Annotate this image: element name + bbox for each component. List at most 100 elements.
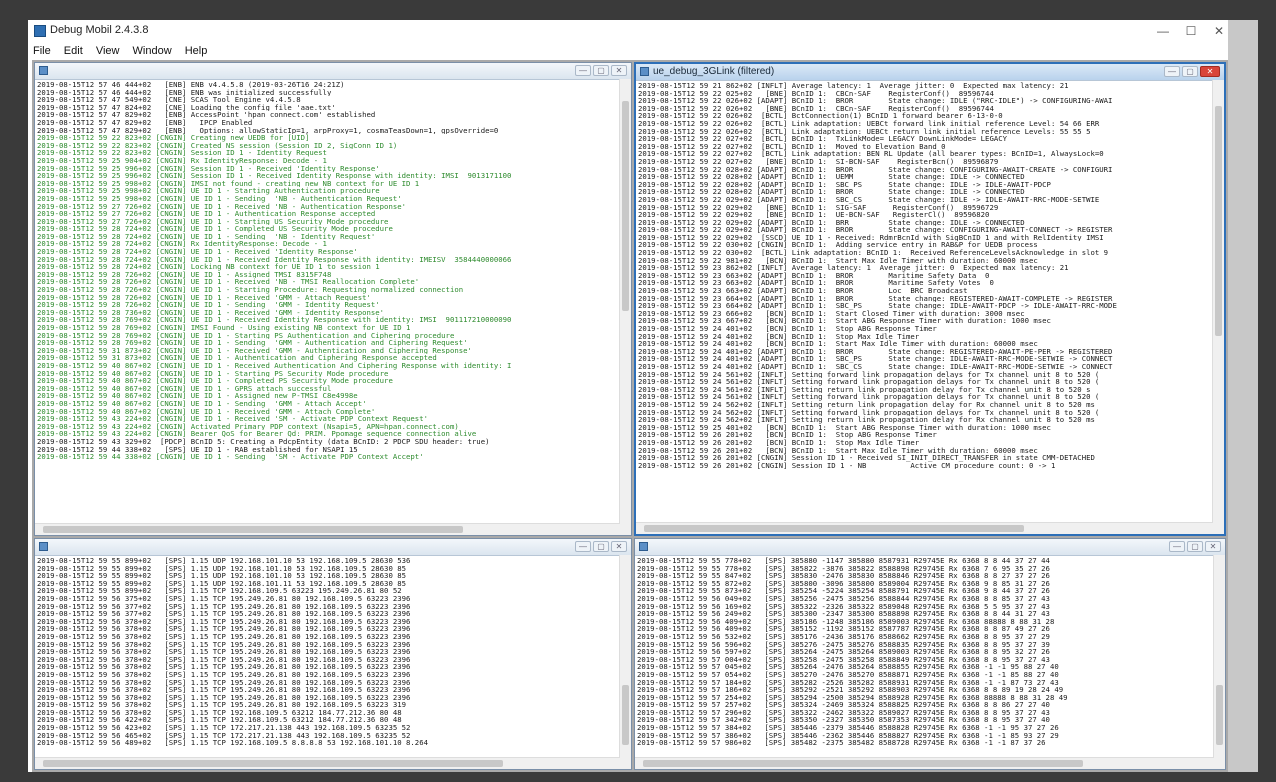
pane-minimize-button[interactable]: — bbox=[575, 541, 591, 552]
pane-maximize-button[interactable]: ▢ bbox=[1187, 541, 1203, 552]
pane-close-button[interactable]: ✕ bbox=[611, 541, 627, 552]
log-line: 2019-08-15T12 59 56 378+02 [SPS] 1.15 TC… bbox=[37, 663, 411, 671]
log-line: 2019-08-15T12 59 24 561+02 [INFLT] Setti… bbox=[638, 385, 1091, 394]
log-line: 2019-08-15T12 59 40 867+02 [CNGIN] UE ID… bbox=[37, 361, 512, 370]
minimize-button[interactable]: — bbox=[1148, 22, 1178, 40]
log-text: 2019-08-15T12 59 55 899+02 [SPS] 1.15 UD… bbox=[37, 557, 619, 757]
scroll-thumb[interactable] bbox=[622, 101, 629, 311]
app-icon bbox=[34, 25, 46, 37]
log-line: 2019-08-15T12 59 26 201+02 [BCN] BCnID 1… bbox=[638, 438, 920, 447]
log-pane-main[interactable]: — ▢ ✕ 2019-08-15T12 57 46 444+02 [ENB] E… bbox=[34, 62, 632, 536]
log-line: 2019-08-15T12 59 40 867+02 [CNGIN] UE ID… bbox=[37, 407, 376, 416]
menu-edit[interactable]: Edit bbox=[59, 42, 88, 57]
menu-window[interactable]: Window bbox=[128, 42, 177, 57]
log-line: 2019-08-15T12 59 28 724+02 [CNGIN] UE ID… bbox=[37, 232, 376, 241]
log-line: 2019-08-15T12 59 22 029+02 [SSCD] UE ID … bbox=[638, 233, 1104, 242]
vertical-scrollbar[interactable] bbox=[619, 555, 631, 758]
log-line: 2019-08-15T12 59 26 201+02 [BCN] BCnID 1… bbox=[638, 446, 1038, 455]
log-line: 2019-08-15T12 59 24 561+02 [INFLT] Setti… bbox=[638, 378, 1100, 386]
pane-icon bbox=[640, 67, 649, 76]
log-line: 2019-08-15T12 59 25 401+02 [BCN] BCnID 1… bbox=[638, 423, 1051, 432]
log-line: 2019-08-15T12 59 57 254+02 [SPS] 385294 … bbox=[637, 693, 1068, 702]
menu-view[interactable]: View bbox=[91, 42, 125, 57]
scroll-thumb[interactable] bbox=[43, 760, 503, 767]
horizontal-scrollbar[interactable] bbox=[35, 523, 620, 535]
pane-title-bar[interactable]: ue_debug_3GLink (filtered) — ▢ ✕ bbox=[636, 64, 1224, 81]
log-line: 2019-08-15T12 59 25 998+02 [CNGIN] UE ID… bbox=[37, 194, 402, 203]
pane-minimize-button[interactable]: — bbox=[575, 65, 591, 76]
scroll-thumb[interactable] bbox=[1216, 685, 1223, 745]
log-line: 2019-08-15T12 59 28 724+02 [CNGIN] UE ID… bbox=[37, 225, 393, 233]
vertical-scrollbar[interactable] bbox=[1212, 80, 1224, 523]
log-line: 2019-08-15T12 59 22 028+02 [ADAPT] BCnID… bbox=[638, 165, 1113, 174]
log-line: 2019-08-15T12 59 24 401+02 [ADAPT] BCnID… bbox=[638, 347, 1113, 356]
scroll-thumb[interactable] bbox=[1215, 106, 1222, 336]
log-line: 2019-08-15T12 59 22 029+02 [ADAPT] BCnID… bbox=[638, 195, 1100, 204]
log-line: 2019-08-15T12 59 57 342+02 [SPS] 385350 … bbox=[637, 716, 1050, 725]
log-line: 2019-08-15T12 59 56 378+02 [SPS] 1.15 TC… bbox=[37, 617, 411, 626]
log-line: 2019-08-15T12 59 56 378+02 [SPS] 1.15 TC… bbox=[37, 678, 411, 687]
log-line: 2019-08-15T12 59 55 899+02 [SPS] 1.15 UD… bbox=[37, 572, 407, 580]
log-line: 2019-08-15T12 59 28 724+02 [CNGIN] Locki… bbox=[37, 263, 380, 271]
menu-file[interactable]: File bbox=[28, 42, 56, 57]
app-title: Debug Mobil 2.4.3.8 bbox=[50, 24, 149, 36]
log-line: 2019-08-15T12 59 56 377+02 [SPS] 1.15 TC… bbox=[37, 610, 411, 618]
log-line: 2019-08-15T12 59 24 401+02 [BCN] BCnID 1… bbox=[638, 340, 1038, 348]
log-line: 2019-08-15T12 59 57 184+02 [SPS] 385282 … bbox=[637, 678, 1059, 687]
log-line: 2019-08-15T12 59 22 028+02 [ADAPT] BCnID… bbox=[638, 180, 1051, 189]
vertical-scrollbar[interactable] bbox=[619, 79, 631, 524]
pane-close-button[interactable]: ✕ bbox=[611, 65, 627, 76]
log-line: 2019-08-15T12 57 46 444+02 [ENB] ENB v4.… bbox=[37, 81, 345, 89]
log-line: 2019-08-15T12 59 56 378+02 [SPS] 1.15 TC… bbox=[37, 670, 411, 679]
log-line: 2019-08-15T12 59 22 028+02 [ADAPT] BCnID… bbox=[638, 173, 1025, 181]
log-line: 2019-08-15T12 59 22 029+02 [ADAPT] BCnID… bbox=[638, 218, 1025, 227]
pane-close-button[interactable]: ✕ bbox=[1205, 541, 1221, 552]
log-line: 2019-08-15T12 59 28 769+02 [CNGIN] UE ID… bbox=[37, 316, 512, 324]
log-line: 2019-08-15T12 59 22 027+02 [BCTL] BCnID … bbox=[638, 142, 946, 151]
horizontal-scrollbar[interactable] bbox=[35, 757, 620, 769]
log-line: 2019-08-15T12 59 56 409+02 [SPS] 385152 … bbox=[637, 625, 1050, 633]
pane-title-bar[interactable]: — ▢ ✕ bbox=[35, 539, 631, 556]
log-line: 2019-08-15T12 59 25 904+02 [CNGIN] Rx Id… bbox=[37, 156, 327, 165]
vertical-scrollbar[interactable] bbox=[1213, 555, 1225, 758]
pane-maximize-button[interactable]: ▢ bbox=[593, 541, 609, 552]
log-line: 2019-08-15T12 59 23 664+02 [ADAPT] BCnID… bbox=[638, 302, 1117, 310]
scroll-thumb[interactable] bbox=[644, 525, 1024, 532]
pane-icon bbox=[39, 66, 48, 75]
log-line: 2019-08-15T12 59 55 899+02 [SPS] 1.15 UD… bbox=[37, 564, 407, 573]
pane-title-bar[interactable]: — ▢ ✕ bbox=[635, 539, 1225, 556]
log-pane-filtered[interactable]: ue_debug_3GLink (filtered) — ▢ ✕ 2019-08… bbox=[634, 62, 1226, 536]
log-line: 2019-08-15T12 59 24 562+02 [INFLT] Setti… bbox=[638, 400, 1095, 409]
log-line: 2019-08-15T12 59 22 823+02 [CNGIN] Creat… bbox=[37, 134, 310, 142]
scroll-thumb[interactable] bbox=[643, 760, 1083, 767]
pane-maximize-button[interactable]: ▢ bbox=[1182, 66, 1198, 77]
scroll-thumb[interactable] bbox=[43, 526, 463, 533]
log-line: 2019-08-15T12 59 44 338+02 [CNGIN] UE ID… bbox=[37, 453, 424, 461]
maximize-button[interactable]: ☐ bbox=[1176, 22, 1206, 40]
log-line: 2019-08-15T12 57 47 549+02 [CNE] SCAS To… bbox=[37, 96, 301, 104]
menu-help[interactable]: Help bbox=[180, 42, 213, 57]
pane-minimize-button[interactable]: — bbox=[1169, 541, 1185, 552]
log-line: 2019-08-15T12 59 56 596+02 [SPS] 385276 … bbox=[637, 640, 1050, 649]
log-line: 2019-08-15T12 59 22 027+02 [BNE] BCnID 1… bbox=[638, 157, 999, 166]
log-line: 2019-08-15T12 59 24 401+02 [ADAPT] BCnID… bbox=[638, 362, 1113, 371]
log-pane-signal[interactable]: — ▢ ✕ 2019-08-15T12 59 55 778+02 [SPS] 3… bbox=[634, 538, 1226, 770]
log-line: 2019-08-15T12 59 43 224+02 [CNGIN] Activ… bbox=[37, 422, 459, 431]
scroll-thumb[interactable] bbox=[622, 685, 629, 745]
pane-maximize-button[interactable]: ▢ bbox=[593, 65, 609, 76]
pane-close-button[interactable]: ✕ bbox=[1200, 66, 1220, 77]
log-line: 2019-08-15T12 57 47 829+02 [ENB] IPCP En… bbox=[37, 118, 253, 127]
log-pane-ip-traffic[interactable]: — ▢ ✕ 2019-08-15T12 59 55 899+02 [SPS] 1… bbox=[34, 538, 632, 770]
log-line: 2019-08-15T12 59 56 378+02 [SPS] 1.15 TC… bbox=[37, 648, 411, 656]
horizontal-scrollbar[interactable] bbox=[635, 757, 1214, 769]
log-text: 2019-08-15T12 59 55 778+02 [SPS] 385880 … bbox=[637, 557, 1213, 757]
pane-minimize-button[interactable]: — bbox=[1164, 66, 1180, 77]
log-line: 2019-08-15T12 59 55 899+02 [SPS] 1.15 UD… bbox=[37, 579, 407, 588]
log-line: 2019-08-15T12 57 47 824+02 [CNE] Loading… bbox=[37, 103, 336, 112]
log-text: 2019-08-15T12 59 21 862+02 [INFLT] Avera… bbox=[638, 82, 1212, 522]
horizontal-scrollbar[interactable] bbox=[636, 522, 1213, 534]
pane-title-bar[interactable]: — ▢ ✕ bbox=[35, 63, 631, 80]
log-line: 2019-08-15T12 59 22 026+02 [BNE] BCnID 1… bbox=[638, 104, 994, 113]
log-line: 2019-08-15T12 59 23 666+02 [BCN] BCnID 1… bbox=[638, 309, 1025, 318]
log-line: 2019-08-15T12 59 28 726+02 [CNGIN] UE ID… bbox=[37, 286, 464, 294]
